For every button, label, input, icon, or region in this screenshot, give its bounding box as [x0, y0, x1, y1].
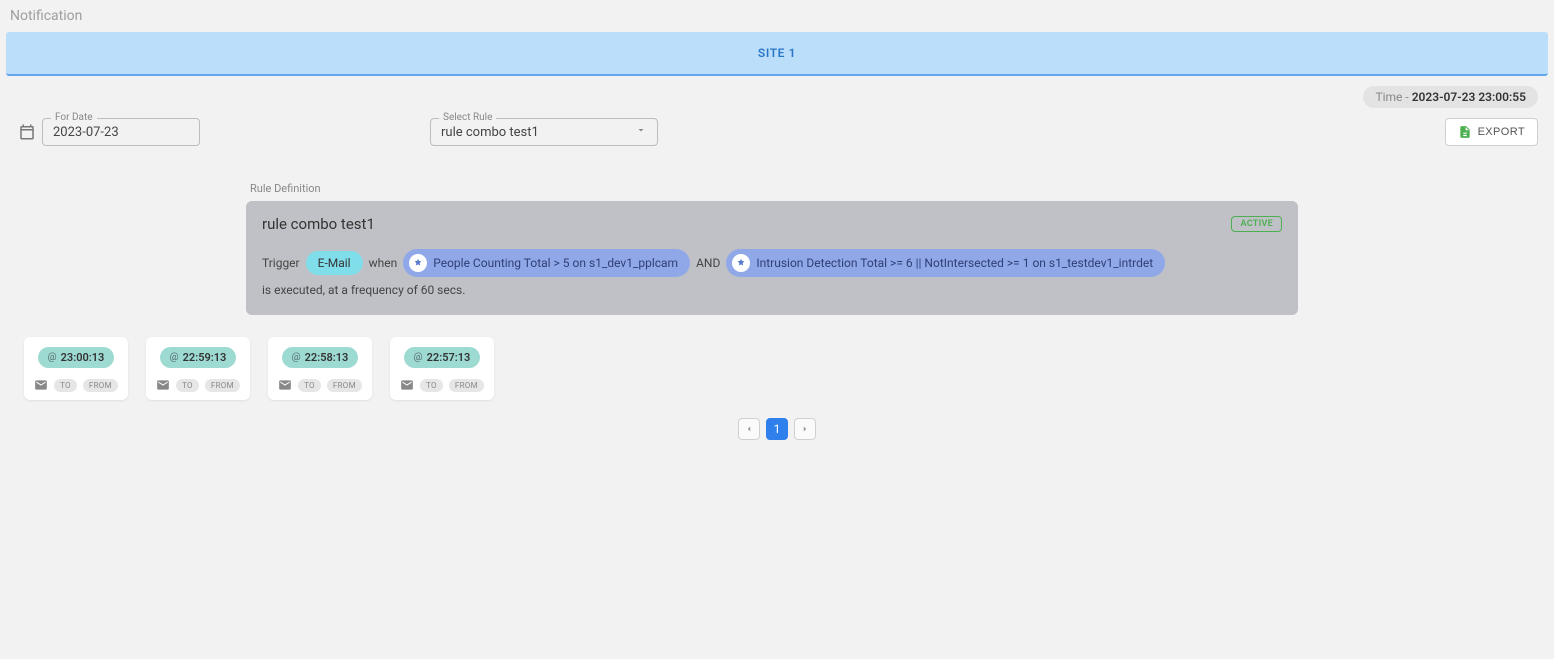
- notification-time: @22:59:13: [160, 347, 237, 368]
- notification-time: @23:00:13: [38, 347, 115, 368]
- to-chip: TO: [298, 379, 321, 392]
- to-chip: TO: [54, 379, 77, 392]
- pagination-page-1[interactable]: 1: [766, 418, 788, 440]
- condition-1-chip: People Counting Total > 5 on s1_dev1_ppl…: [403, 249, 690, 277]
- mail-icon: [278, 378, 292, 392]
- select-rule-label: Select Rule: [439, 112, 496, 123]
- status-badge: ACTIVE: [1231, 216, 1282, 232]
- chevron-down-icon: [635, 124, 647, 140]
- when-word: when: [369, 256, 398, 270]
- select-rule-value: rule combo test1: [441, 125, 539, 140]
- condition-icon: [732, 254, 750, 272]
- pagination: 1: [6, 410, 1548, 460]
- export-button[interactable]: EXPORT: [1445, 118, 1538, 146]
- chevron-left-icon: [744, 424, 754, 434]
- pagination-prev[interactable]: [738, 418, 760, 440]
- mail-icon: [400, 378, 414, 392]
- for-date-value: 2023-07-23: [53, 125, 119, 140]
- mail-icon: [34, 378, 48, 392]
- rule-definition-card: rule combo test1 ACTIVE Trigger E-Mail w…: [246, 201, 1298, 315]
- trigger-type-chip: E-Mail: [306, 251, 363, 275]
- from-chip: FROM: [327, 379, 362, 392]
- from-chip: FROM: [83, 379, 118, 392]
- pagination-next[interactable]: [794, 418, 816, 440]
- tab-site1[interactable]: SITE 1: [6, 32, 1548, 76]
- notification-time: @22:58:13: [282, 347, 359, 368]
- for-date-input[interactable]: For Date 2023-07-23: [42, 118, 200, 146]
- condition-icon: [409, 254, 427, 272]
- time-chip-label: Time -: [1375, 90, 1411, 104]
- rule-name: rule combo test1: [262, 215, 375, 233]
- export-label: EXPORT: [1478, 126, 1525, 138]
- to-chip: TO: [420, 379, 443, 392]
- to-chip: TO: [176, 379, 199, 392]
- notification-cards-row: @23:00:13 TO FROM @22:59:13 TO FROM @22:…: [6, 315, 1548, 410]
- notification-card[interactable]: @22:58:13 TO FROM: [268, 337, 372, 400]
- and-word: AND: [696, 256, 720, 270]
- rule-definition-label: Rule Definition: [246, 182, 1298, 195]
- notification-card[interactable]: @22:57:13 TO FROM: [390, 337, 494, 400]
- condition-2-chip: Intrusion Detection Total >= 6 || NotInt…: [726, 249, 1165, 277]
- export-icon: [1458, 125, 1472, 139]
- for-date-label: For Date: [51, 112, 97, 123]
- chevron-right-icon: [800, 424, 810, 434]
- select-rule-dropdown[interactable]: Select Rule rule combo test1: [430, 118, 658, 146]
- notification-card[interactable]: @23:00:13 TO FROM: [24, 337, 128, 400]
- from-chip: FROM: [205, 379, 240, 392]
- page-title: Notification: [0, 0, 1554, 32]
- from-chip: FROM: [449, 379, 484, 392]
- notification-card[interactable]: @22:59:13 TO FROM: [146, 337, 250, 400]
- time-chip: Time - 2023-07-23 23:00:55: [1363, 86, 1538, 108]
- trigger-word: Trigger: [262, 256, 300, 270]
- notification-time: @22:57:13: [404, 347, 481, 368]
- rule-tail-text: is executed, at a frequency of 60 secs.: [262, 283, 465, 297]
- mail-icon: [156, 378, 170, 392]
- calendar-icon: [18, 123, 36, 141]
- rule-expression: Trigger E-Mail when People Counting Tota…: [262, 249, 1282, 297]
- time-chip-value: 2023-07-23 23:00:55: [1412, 90, 1526, 104]
